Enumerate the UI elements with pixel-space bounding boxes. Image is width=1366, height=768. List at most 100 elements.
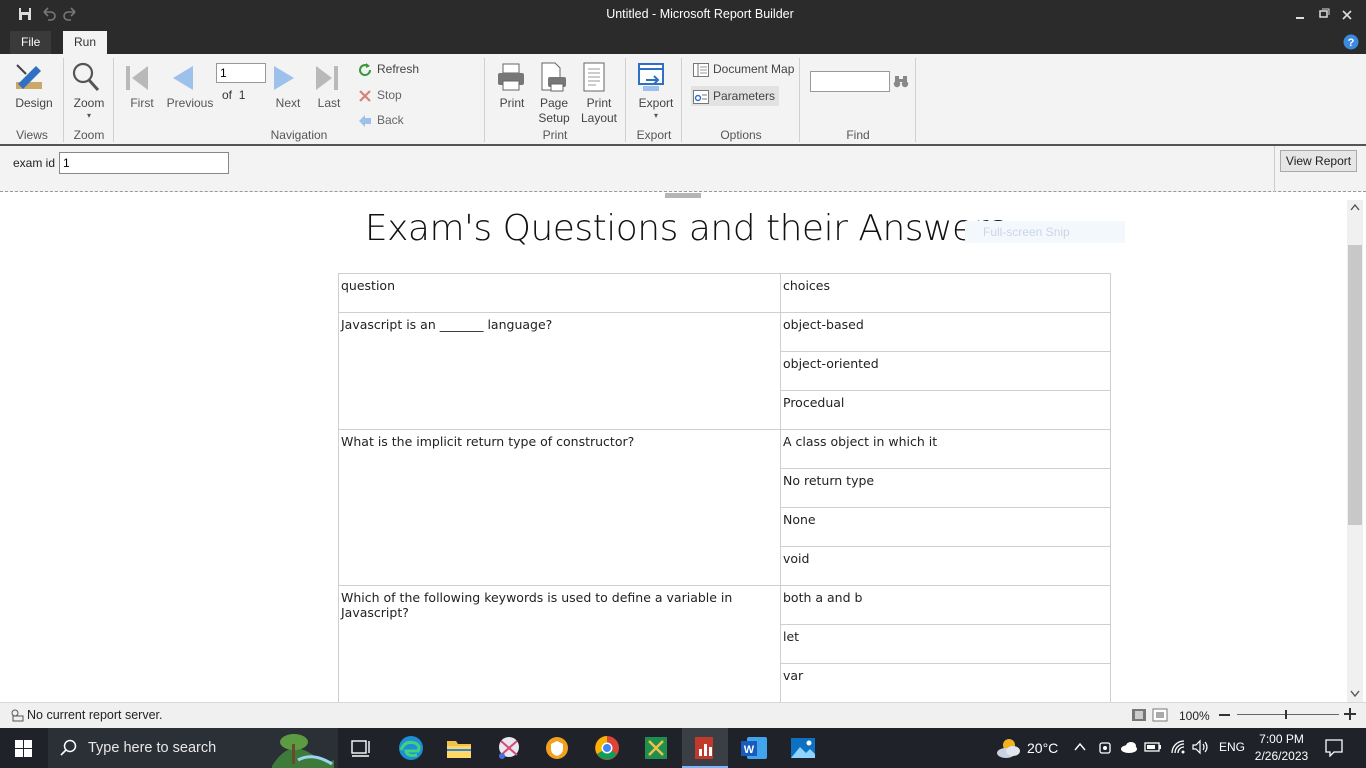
word-icon[interactable]: W <box>734 733 774 763</box>
minimize-icon[interactable] <box>1294 6 1306 22</box>
group-views-label: Views <box>16 128 48 142</box>
weather-icon[interactable] <box>995 735 1023 761</box>
windows-start-icon[interactable] <box>15 740 32 757</box>
notifications-icon[interactable] <box>1325 739 1343 757</box>
first-icon <box>120 60 164 94</box>
last-page-button[interactable]: Last <box>310 60 348 111</box>
help-icon[interactable]: ? <box>1343 34 1359 50</box>
next-page-button[interactable]: Next <box>268 60 308 111</box>
app-icon-green[interactable] <box>636 733 676 763</box>
choice-cell: No return type <box>780 468 1111 508</box>
ribbon-tabs: File Run ? <box>0 30 1366 54</box>
battery-icon[interactable] <box>1144 740 1162 754</box>
snipping-tool-icon[interactable] <box>489 733 529 763</box>
choice-cell: A class object in which it <box>780 429 1111 469</box>
refresh-button[interactable]: Refresh <box>358 59 419 79</box>
page-view-icon[interactable] <box>1131 708 1147 722</box>
chevron-up-icon[interactable] <box>1074 742 1086 752</box>
group-zoom-label: Zoom <box>73 128 105 142</box>
wifi-icon[interactable] <box>1170 739 1186 755</box>
scroll-up-icon[interactable] <box>1350 203 1360 211</box>
onedrive-icon[interactable] <box>1120 741 1138 753</box>
ribbon: Design Views Zoom ▾ Zoom First Previous … <box>0 54 1366 146</box>
zoom-label: Zoom <box>73 96 105 110</box>
print-layout-button[interactable]: Print Layout <box>577 60 621 126</box>
view-report-button[interactable]: View Report <box>1280 150 1357 172</box>
first-page-button[interactable]: First <box>120 60 164 111</box>
print-layout-icon <box>577 60 621 94</box>
exam-id-input[interactable] <box>59 152 229 174</box>
page-setup-label-1: Page <box>539 96 569 110</box>
previous-page-button[interactable]: Previous <box>165 60 215 111</box>
print-label: Print <box>499 96 525 110</box>
print-view-icon[interactable] <box>1152 708 1168 722</box>
parameters-icon <box>693 89 709 104</box>
zoom-out-icon[interactable] <box>1219 714 1230 716</box>
taskbar-search-box[interactable]: Type here to search <box>48 728 338 768</box>
choice-cell: var <box>780 663 1111 702</box>
printer-icon <box>494 60 530 94</box>
page-setup-icon <box>534 60 574 94</box>
of-label: of <box>222 88 233 102</box>
print-button[interactable]: Print <box>494 60 530 111</box>
svg-text:?: ? <box>1348 37 1355 49</box>
tab-file[interactable]: File <box>10 31 52 54</box>
splitter-handle[interactable] <box>665 193 701 198</box>
group-navigation-label: Navigation <box>270 128 328 142</box>
zoom-in-icon[interactable] <box>1344 708 1356 720</box>
clock[interactable]: 7:00 PM 2/26/2023 <box>1250 731 1313 765</box>
snip-overlay: Full-screen Snip <box>965 221 1125 243</box>
document-map-button[interactable]: Document Map <box>693 59 794 79</box>
stop-button[interactable]: Stop <box>358 85 402 105</box>
stop-label: Stop <box>377 88 402 102</box>
vertical-scrollbar[interactable] <box>1347 200 1363 702</box>
search-highlight-icon <box>268 730 336 768</box>
group-print-label: Print <box>542 128 568 142</box>
photos-icon[interactable] <box>783 733 823 763</box>
document-map-label: Document Map <box>713 62 795 76</box>
page-setup-button[interactable]: Page Setup <box>534 60 574 126</box>
file-explorer-icon[interactable] <box>439 733 479 763</box>
zoom-button[interactable]: Zoom ▾ <box>68 60 110 121</box>
edge-icon[interactable] <box>391 733 431 763</box>
report-viewer: Exam's Questions and their Answers Full-… <box>3 200 1348 702</box>
stop-icon <box>358 89 372 103</box>
browser-shield-icon[interactable] <box>537 733 577 763</box>
restore-icon[interactable] <box>1318 6 1330 22</box>
last-icon <box>310 60 348 94</box>
choice-cell: object-oriented <box>780 351 1111 391</box>
tab-run[interactable]: Run <box>63 31 108 54</box>
parameters-button[interactable]: Parameters <box>691 86 780 106</box>
export-button[interactable]: Export ▾ <box>634 60 678 121</box>
close-icon[interactable] <box>1341 6 1353 22</box>
question-cell: Javascript is an _______ language? <box>338 312 781 430</box>
questions-table: question choices Javascript is an ______… <box>338 273 1111 702</box>
taskbar-active-app[interactable] <box>682 728 728 768</box>
search-placeholder: Type here to search <box>88 740 217 756</box>
design-icon <box>12 60 56 94</box>
table-header-row: question choices <box>338 273 1111 313</box>
print-layout-label-2: Layout <box>580 111 618 125</box>
first-label: First <box>130 96 154 110</box>
divider <box>1274 146 1275 192</box>
zoom-slider-thumb[interactable] <box>1285 710 1287 719</box>
language-indicator[interactable]: ENG <box>1219 740 1245 754</box>
next-icon <box>268 60 308 94</box>
report-builder-icon <box>693 736 717 760</box>
volume-icon[interactable] <box>1192 739 1210 755</box>
design-button[interactable]: Design <box>12 60 56 111</box>
binoculars-icon[interactable] <box>893 73 909 89</box>
previous-icon <box>165 60 215 94</box>
meet-now-icon[interactable] <box>1098 740 1112 756</box>
clock-time: 7:00 PM <box>1259 732 1304 746</box>
find-input[interactable] <box>810 71 890 92</box>
chrome-icon[interactable] <box>587 733 627 763</box>
scroll-down-icon[interactable] <box>1350 690 1360 698</box>
status-text: No current report server. <box>27 708 163 722</box>
back-button[interactable]: Back <box>358 110 404 130</box>
scroll-thumb[interactable] <box>1348 245 1362 525</box>
document-map-icon <box>693 62 709 77</box>
page-number-input[interactable] <box>216 63 266 83</box>
zoom-slider[interactable] <box>1237 714 1339 715</box>
task-view-icon[interactable] <box>342 733 382 763</box>
